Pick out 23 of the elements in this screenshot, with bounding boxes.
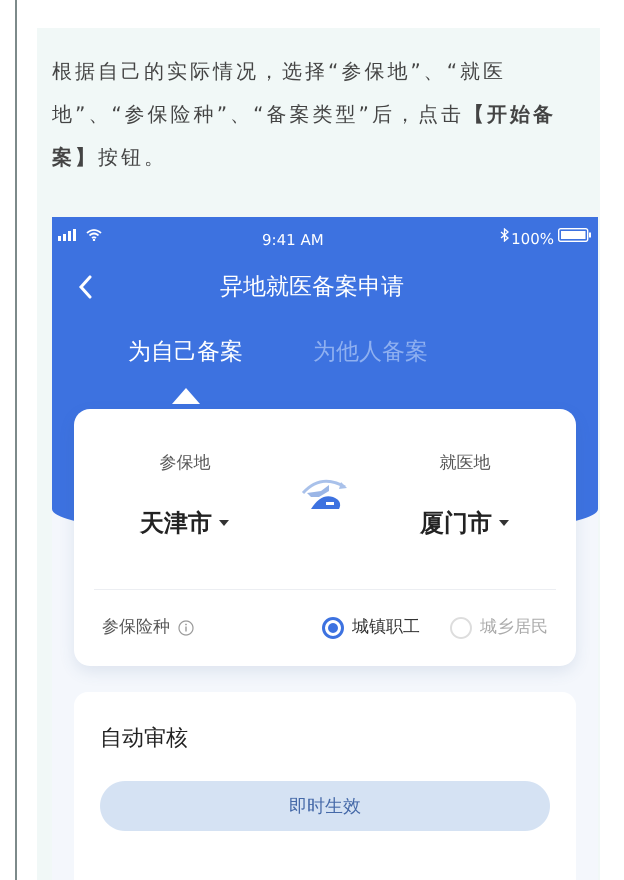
insurance-label: 参保险种 <box>102 616 170 640</box>
instruction-paragraph: 根据自己的实际情况，选择“参保地”、“就医地”、“参保险种”、“备案类型”后，点击【开始备案】按钮。 <box>52 58 557 171</box>
wifi-icon <box>86 229 102 241</box>
city-dropdown[interactable]: 天津市 <box>140 504 230 540</box>
caret-icon <box>498 518 510 526</box>
radio-option[interactable]: 城乡居民 <box>450 615 548 641</box>
effective-button[interactable]: 即时生效 <box>100 781 550 831</box>
battery-percent: 100% <box>511 228 554 250</box>
signal-icon <box>58 229 78 241</box>
location-label: 参保地 <box>160 452 210 475</box>
info-icon[interactable] <box>178 620 194 636</box>
radio-button[interactable] <box>322 617 344 639</box>
back-icon[interactable] <box>78 275 92 299</box>
status-time: 9:41 AM <box>262 230 324 251</box>
caret-icon <box>218 518 230 526</box>
location-label: 就医地 <box>440 452 490 475</box>
radio-option[interactable]: 城镇职工 <box>322 615 420 641</box>
section-title: 自动审核 <box>100 725 189 753</box>
battery-icon <box>558 228 592 242</box>
tab[interactable]: 为自己备案 <box>128 335 243 370</box>
screen-title: 异地就医备案申请 <box>220 272 404 302</box>
city-dropdown[interactable]: 厦门市 <box>420 504 510 540</box>
bluetooth-icon <box>500 228 510 242</box>
